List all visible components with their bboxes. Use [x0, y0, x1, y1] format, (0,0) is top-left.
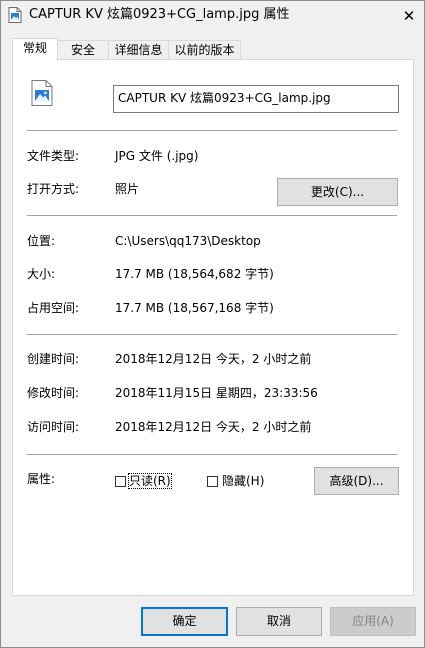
general-panel [12, 59, 414, 596]
location-label: 位置: [27, 234, 56, 248]
readonly-label[interactable]: 只读(R) [128, 473, 172, 489]
close-button[interactable]: ✕ [394, 1, 424, 30]
divider [27, 334, 397, 335]
modified-label: 修改时间: [27, 386, 80, 400]
opens-with-value: 照片 [115, 182, 140, 196]
ok-button[interactable]: 确定 [141, 607, 228, 636]
properties-window: CAPTUR KV 炫篇0923+CG_lamp.jpg 属性 ✕ 常规 安全 … [0, 0, 425, 648]
window-title: CAPTUR KV 炫篇0923+CG_lamp.jpg 属性 [29, 7, 290, 22]
file-type-label: 文件类型: [27, 149, 80, 163]
advanced-button[interactable]: 高级(D)... [314, 467, 399, 495]
cancel-button[interactable]: 取消 [236, 607, 322, 636]
hidden-checkbox[interactable] [207, 476, 218, 487]
divider [27, 130, 397, 131]
opens-with-label: 打开方式: [27, 182, 80, 196]
tab-security[interactable]: 安全 [57, 40, 109, 60]
apply-button[interactable]: 应用(A) [330, 607, 416, 636]
file-type-value: JPG 文件 (.jpg) [115, 149, 199, 163]
modified-value: 2018年11月15日 星期四，23:33:56 [115, 386, 318, 400]
tab-details[interactable]: 详细信息 [108, 40, 169, 60]
location-value: C:\Users\qq173\Desktop [115, 234, 261, 248]
size-label: 大小: [27, 267, 56, 281]
image-file-icon [31, 80, 53, 106]
title-bar[interactable]: CAPTUR KV 炫篇0923+CG_lamp.jpg 属性 ✕ [1, 1, 424, 30]
divider [27, 215, 397, 216]
change-button[interactable]: 更改(C)... [277, 178, 398, 206]
close-icon: ✕ [402, 6, 416, 25]
hidden-label[interactable]: 隐藏(H) [222, 474, 264, 488]
size-value: 17.7 MB (18,564,682 字节) [115, 267, 274, 281]
size-on-disk-label: 占用空间: [27, 301, 80, 315]
tab-general[interactable]: 常规 [12, 38, 58, 61]
readonly-checkbox[interactable] [115, 476, 126, 487]
tab-previous-versions[interactable]: 以前的版本 [168, 40, 241, 60]
created-label: 创建时间: [27, 352, 80, 366]
image-file-icon [8, 7, 22, 23]
divider [27, 454, 397, 455]
accessed-value: 2018年12月12日 今天，2 小时之前 [115, 420, 312, 434]
file-name-input[interactable]: CAPTUR KV 炫篇0923+CG_lamp.jpg [113, 85, 399, 113]
accessed-label: 访问时间: [27, 420, 80, 434]
size-on-disk-value: 17.7 MB (18,567,168 字节) [115, 301, 274, 315]
created-value: 2018年12月12日 今天，2 小时之前 [115, 352, 312, 366]
attributes-label: 属性: [27, 472, 56, 486]
